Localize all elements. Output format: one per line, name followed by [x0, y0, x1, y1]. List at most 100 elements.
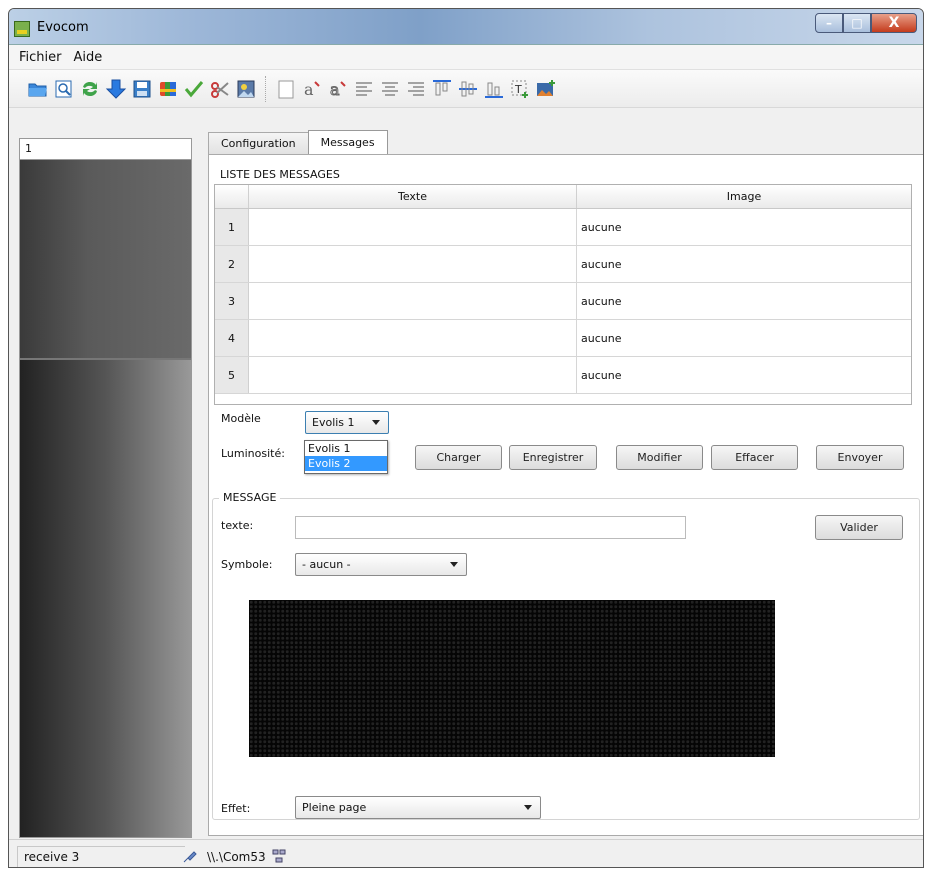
refresh-icon[interactable]: [77, 76, 102, 102]
cell-texte[interactable]: [249, 209, 577, 245]
cell-image[interactable]: aucune: [577, 246, 911, 282]
corner-header: [215, 185, 249, 208]
effet-label: Effet:: [221, 802, 251, 815]
tab-bar: Configuration Messages: [208, 130, 388, 154]
chevron-down-icon: [372, 420, 380, 425]
messages-tab-panel: LISTE DES MESSAGES Texte Image 1 aucune …: [208, 154, 923, 836]
menu-fichier[interactable]: Fichier: [13, 50, 68, 65]
window-controls: – □ X: [815, 13, 917, 33]
left-panel-field[interactable]: 1: [20, 139, 191, 160]
download-icon[interactable]: [103, 76, 128, 102]
row-number[interactable]: 3: [215, 283, 249, 319]
align-left-icon[interactable]: [351, 76, 376, 102]
modele-option-evolis-1[interactable]: Evolis 1: [305, 441, 387, 456]
cell-texte[interactable]: [249, 283, 577, 319]
status-port: \\.\Com53: [201, 846, 313, 867]
table-row[interactable]: 4 aucune: [215, 320, 911, 357]
charger-button[interactable]: Charger: [415, 445, 502, 470]
envoyer-button[interactable]: Envoyer: [816, 445, 904, 470]
cell-image[interactable]: aucune: [577, 320, 911, 356]
insert-text-icon[interactable]: T: [507, 76, 532, 102]
modifier-button[interactable]: Modifier: [616, 445, 703, 470]
connection-plug-icon: [181, 847, 199, 867]
texte-input[interactable]: [295, 516, 686, 539]
symbole-combobox[interactable]: - aucun -: [295, 553, 467, 576]
title-bar[interactable]: Evocom – □ X: [9, 9, 923, 45]
messages-table: Texte Image 1 aucune 2 aucune 3 aucune 4…: [214, 184, 912, 405]
status-port-text: \\.\Com53: [207, 850, 266, 864]
align-right-icon[interactable]: [403, 76, 428, 102]
table-row[interactable]: 3 aucune: [215, 283, 911, 320]
status-receive: receive 3: [17, 846, 185, 867]
luminosite-label: Luminosité:: [221, 447, 285, 460]
cell-image[interactable]: aucune: [577, 283, 911, 319]
palette-icon[interactable]: [155, 76, 180, 102]
close-button[interactable]: X: [871, 13, 917, 33]
blank-page-icon[interactable]: [273, 76, 298, 102]
left-panel: 1: [19, 138, 192, 838]
modele-label: Modèle: [221, 412, 261, 425]
symbole-value: - aucun -: [302, 558, 351, 571]
row-number[interactable]: 5: [215, 357, 249, 393]
cell-texte[interactable]: [249, 357, 577, 393]
text-style-icon[interactable]: a: [299, 76, 324, 102]
table-row[interactable]: 2 aucune: [215, 246, 911, 283]
check-icon[interactable]: [181, 76, 206, 102]
tab-configuration[interactable]: Configuration: [208, 132, 309, 154]
app-window: Evocom – □ X Fichier Aide a a T 1 Config…: [8, 8, 924, 868]
app-icon: [14, 21, 30, 37]
chevron-down-icon: [450, 562, 458, 567]
chevron-down-icon: [524, 805, 532, 810]
valign-bottom-icon[interactable]: [481, 76, 506, 102]
menu-bar: Fichier Aide: [9, 45, 923, 70]
message-group-title: MESSAGE: [219, 491, 281, 504]
open-folder-icon[interactable]: [25, 76, 50, 102]
row-number[interactable]: 4: [215, 320, 249, 356]
toolbar: a a T: [9, 70, 923, 108]
save-icon[interactable]: [129, 76, 154, 102]
minimize-button[interactable]: –: [815, 13, 843, 33]
modele-option-evolis-2[interactable]: Evolis 2: [305, 456, 387, 471]
table-row[interactable]: 1 aucune: [215, 209, 911, 246]
network-icon: [272, 849, 286, 866]
effacer-button[interactable]: Effacer: [711, 445, 798, 470]
menu-aide[interactable]: Aide: [68, 50, 109, 65]
modele-value: Evolis 1: [312, 416, 355, 429]
modele-dropdown-list: Evolis 1 Evolis 2: [304, 440, 388, 474]
led-matrix-preview: [249, 600, 775, 757]
maximize-button[interactable]: □: [843, 13, 871, 33]
toolbar-separator: [265, 75, 267, 102]
effet-value: Pleine page: [302, 801, 367, 814]
table-header: Texte Image: [215, 185, 911, 209]
preview-icon[interactable]: [51, 76, 76, 102]
texte-label: texte:: [221, 519, 254, 532]
insert-image-icon[interactable]: [533, 76, 558, 102]
left-panel-preview: [20, 160, 191, 360]
text-outline-icon[interactable]: a: [325, 76, 350, 102]
left-panel-area: [20, 360, 191, 837]
image-edit-icon[interactable]: [233, 76, 258, 102]
svg-text:a: a: [304, 80, 314, 99]
effet-combobox[interactable]: Pleine page: [295, 796, 541, 819]
enregistrer-button[interactable]: Enregistrer: [509, 445, 597, 470]
cell-image[interactable]: aucune: [577, 209, 911, 245]
window-title: Evocom: [37, 20, 89, 35]
row-number[interactable]: 1: [215, 209, 249, 245]
row-number[interactable]: 2: [215, 246, 249, 282]
valider-button[interactable]: Valider: [815, 515, 903, 540]
table-row[interactable]: 5 aucune: [215, 357, 911, 394]
column-header-texte[interactable]: Texte: [249, 185, 577, 208]
valign-middle-icon[interactable]: [455, 76, 480, 102]
svg-text:a: a: [330, 80, 340, 99]
cell-texte[interactable]: [249, 246, 577, 282]
valign-top-icon[interactable]: [429, 76, 454, 102]
cell-image[interactable]: aucune: [577, 357, 911, 393]
scissors-icon[interactable]: [207, 76, 232, 102]
column-header-image[interactable]: Image: [577, 185, 911, 208]
messages-list-title: LISTE DES MESSAGES: [216, 168, 344, 181]
tab-messages[interactable]: Messages: [307, 130, 388, 154]
cell-texte[interactable]: [249, 320, 577, 356]
status-bar: receive 3 \\.\Com53: [9, 839, 923, 867]
align-center-icon[interactable]: [377, 76, 402, 102]
modele-combobox[interactable]: Evolis 1: [305, 411, 389, 434]
